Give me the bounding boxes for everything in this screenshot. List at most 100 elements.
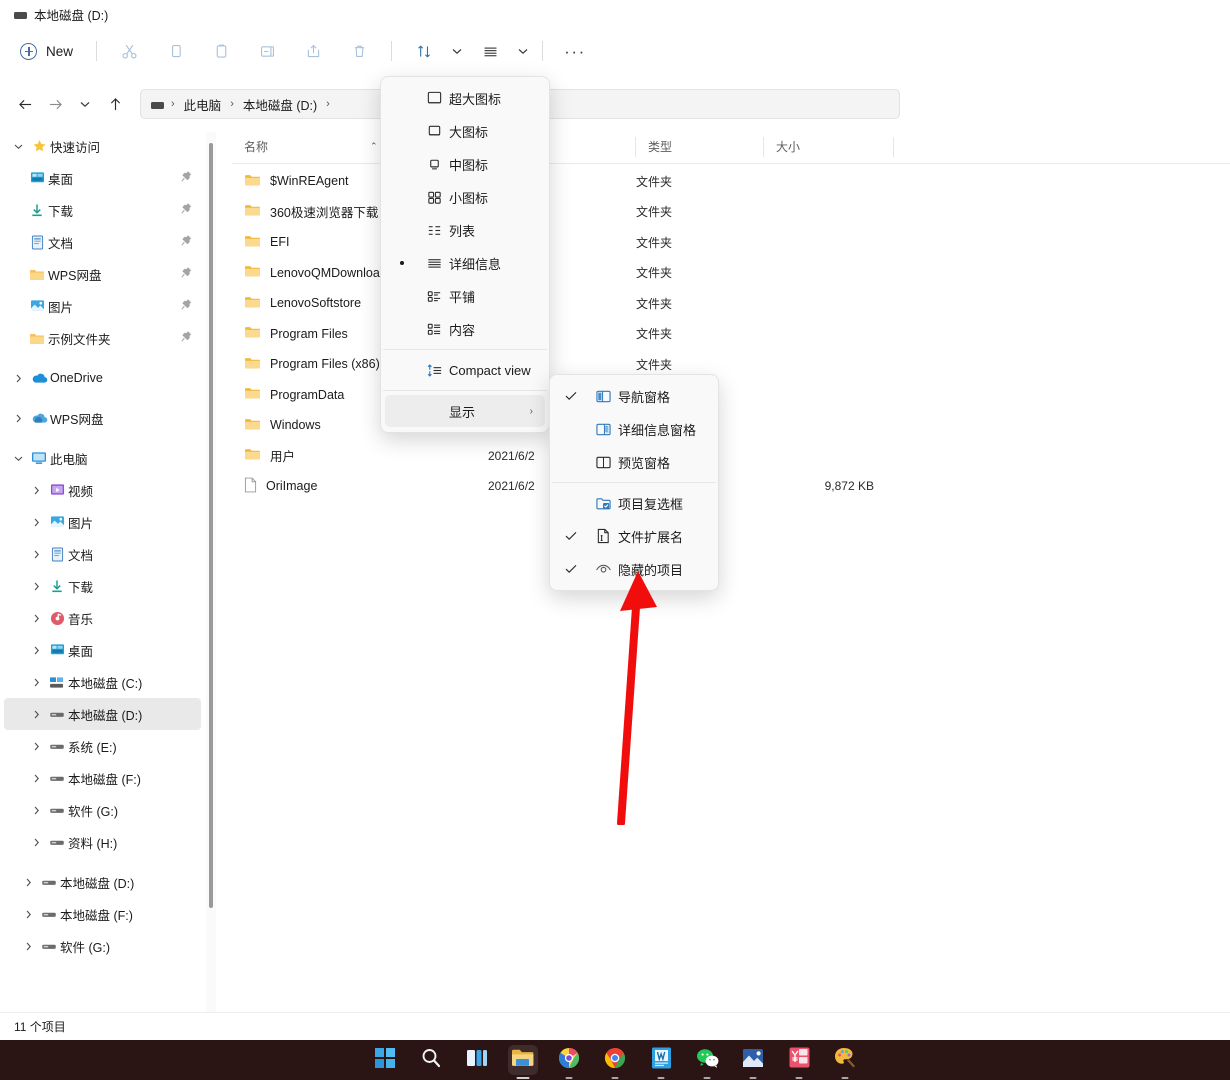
up-button[interactable]: [100, 89, 130, 119]
chevron-down-icon[interactable]: [8, 455, 28, 462]
sidebar-item-桌面[interactable]: 桌面: [4, 162, 201, 194]
sidebar-item-示例文件夹[interactable]: 示例文件夹: [4, 322, 201, 354]
view-option-中图标[interactable]: 中图标: [385, 148, 545, 180]
share-button[interactable]: [290, 35, 336, 67]
sidebar-item-本地磁盘 (C:)[interactable]: 本地磁盘 (C:): [4, 666, 201, 698]
chevron-right-icon[interactable]: [18, 910, 38, 919]
chevron-right-icon[interactable]: [26, 774, 46, 783]
show-submenu-option[interactable]: 显示›: [385, 395, 545, 427]
sidebar-item-系统 (E:)[interactable]: 系统 (E:): [4, 730, 201, 762]
copy-button[interactable]: [152, 35, 198, 67]
chevron-right-icon[interactable]: [8, 414, 28, 423]
pin-icon[interactable]: [181, 331, 192, 346]
pin-icon[interactable]: [181, 235, 192, 250]
sidebar-item-软件 (G:)[interactable]: 软件 (G:): [4, 794, 201, 826]
chevron-right-icon[interactable]: [18, 878, 38, 887]
table-row[interactable]: OriImage2021/6/29,872 KB: [232, 471, 1230, 502]
taskbar-task-view-icon[interactable]: [463, 1046, 491, 1074]
taskbar-finance-icon[interactable]: [785, 1046, 813, 1074]
sort-group[interactable]: [401, 35, 467, 67]
breadcrumb-this-pc[interactable]: 此电脑: [179, 93, 227, 116]
chevron-right-icon[interactable]: [26, 518, 46, 527]
show-option-详细信息窗格[interactable]: 详细信息窗格: [554, 413, 714, 445]
table-row[interactable]: 用户2021/6/2: [232, 441, 1230, 472]
view-option-详细信息[interactable]: 详细信息: [385, 247, 545, 279]
show-option-导航窗格[interactable]: 导航窗格: [554, 380, 714, 412]
sidebar-item-图片[interactable]: 图片: [4, 290, 201, 322]
sort-button[interactable]: [401, 35, 447, 67]
compact-view-option[interactable]: Compact view: [385, 354, 545, 386]
sidebar-item-WPS网盘[interactable]: WPS网盘: [4, 258, 201, 290]
recent-locations-button[interactable]: [70, 89, 100, 119]
chevron-right-icon[interactable]: [26, 550, 46, 559]
sidebar-item-本地磁盘 (D:)[interactable]: 本地磁盘 (D:): [4, 698, 201, 730]
view-option-超大图标[interactable]: 超大图标: [385, 82, 545, 114]
chevron-right-icon[interactable]: [26, 806, 46, 815]
more-options-button[interactable]: ···: [552, 35, 598, 67]
view-option-列表[interactable]: 列表: [385, 214, 545, 246]
sidebar-item-软件 (G:)[interactable]: 软件 (G:): [4, 930, 201, 962]
sidebar-item-本地磁盘 (F:)[interactable]: 本地磁盘 (F:): [4, 762, 201, 794]
taskbar-wechat-icon[interactable]: [693, 1046, 721, 1074]
chevron-right-icon[interactable]: [18, 942, 38, 951]
breadcrumb-drive-d[interactable]: 本地磁盘 (D:): [238, 93, 322, 116]
column-header-size[interactable]: 大小: [764, 130, 894, 164]
view-option-平铺[interactable]: 平铺: [385, 280, 545, 312]
sidebar-item-文档[interactable]: 文档: [4, 538, 201, 570]
taskbar-file-explorer-icon[interactable]: [509, 1046, 537, 1074]
chevron-right-icon[interactable]: [26, 646, 46, 655]
view-option-大图标[interactable]: 大图标: [385, 115, 545, 147]
delete-button[interactable]: [336, 35, 382, 67]
view-group[interactable]: [467, 35, 533, 67]
taskbar-start-icon[interactable]: [371, 1046, 399, 1074]
new-button[interactable]: New: [12, 35, 87, 67]
sidebar-item-视频[interactable]: 视频: [4, 474, 201, 506]
pin-icon[interactable]: [181, 171, 192, 186]
sidebar-item-资料 (H:)[interactable]: 资料 (H:): [4, 826, 201, 858]
taskbar-photos-icon[interactable]: [739, 1046, 767, 1074]
sidebar-group-3[interactable]: 此电脑: [4, 442, 201, 474]
show-option-预览窗格[interactable]: 预览窗格: [554, 446, 714, 478]
paste-button[interactable]: [198, 35, 244, 67]
show-option-项目复选框[interactable]: 项目复选框: [554, 487, 714, 519]
chevron-right-icon[interactable]: [26, 838, 46, 847]
column-header-type[interactable]: 类型: [636, 130, 764, 164]
taskbar-wps-icon[interactable]: [647, 1046, 675, 1074]
sidebar-group-1[interactable]: OneDrive: [4, 362, 201, 394]
window-tab[interactable]: 本地磁盘 (D:): [14, 5, 108, 24]
sort-caret[interactable]: [447, 35, 467, 67]
pin-icon[interactable]: [181, 267, 192, 282]
taskbar-chrome-canary-icon[interactable]: [555, 1046, 583, 1074]
sidebar-group-2[interactable]: WPS网盘: [4, 402, 201, 434]
back-button[interactable]: [10, 89, 40, 119]
rename-button[interactable]: [244, 35, 290, 67]
chevron-right-icon[interactable]: [26, 614, 46, 623]
sidebar-group-0[interactable]: 快速访问: [4, 130, 201, 162]
sidebar-item-本地磁盘 (F:)[interactable]: 本地磁盘 (F:): [4, 898, 201, 930]
show-option-文件扩展名[interactable]: 文件扩展名: [554, 520, 714, 552]
show-option-隐藏的项目[interactable]: 隐藏的项目: [554, 553, 714, 585]
chevron-right-icon[interactable]: [26, 678, 46, 687]
chevron-down-icon[interactable]: [8, 143, 28, 150]
view-option-小图标[interactable]: 小图标: [385, 181, 545, 213]
sidebar-item-图片[interactable]: 图片: [4, 506, 201, 538]
sidebar-item-下载[interactable]: 下载: [4, 570, 201, 602]
sidebar-item-音乐[interactable]: 音乐: [4, 602, 201, 634]
sidebar-item-桌面[interactable]: 桌面: [4, 634, 201, 666]
chevron-right-icon[interactable]: [8, 374, 28, 383]
taskbar-search-icon[interactable]: [417, 1046, 445, 1074]
chevron-right-icon[interactable]: [26, 582, 46, 591]
taskbar-chrome-icon[interactable]: [601, 1046, 629, 1074]
sidebar-item-下载[interactable]: 下载: [4, 194, 201, 226]
chevron-right-icon[interactable]: [26, 710, 46, 719]
sidebar-item-文档[interactable]: 文档: [4, 226, 201, 258]
view-button[interactable]: [467, 35, 513, 67]
sidebar-item-本地磁盘 (D:)[interactable]: 本地磁盘 (D:): [4, 866, 201, 898]
chevron-right-icon[interactable]: [26, 486, 46, 495]
view-option-内容[interactable]: 内容: [385, 313, 545, 345]
view-caret[interactable]: [513, 35, 533, 67]
sidebar-scrollbar-thumb[interactable]: [209, 143, 213, 908]
pin-icon[interactable]: [181, 299, 192, 314]
taskbar-paint-icon[interactable]: [831, 1046, 859, 1074]
forward-button[interactable]: [40, 89, 70, 119]
